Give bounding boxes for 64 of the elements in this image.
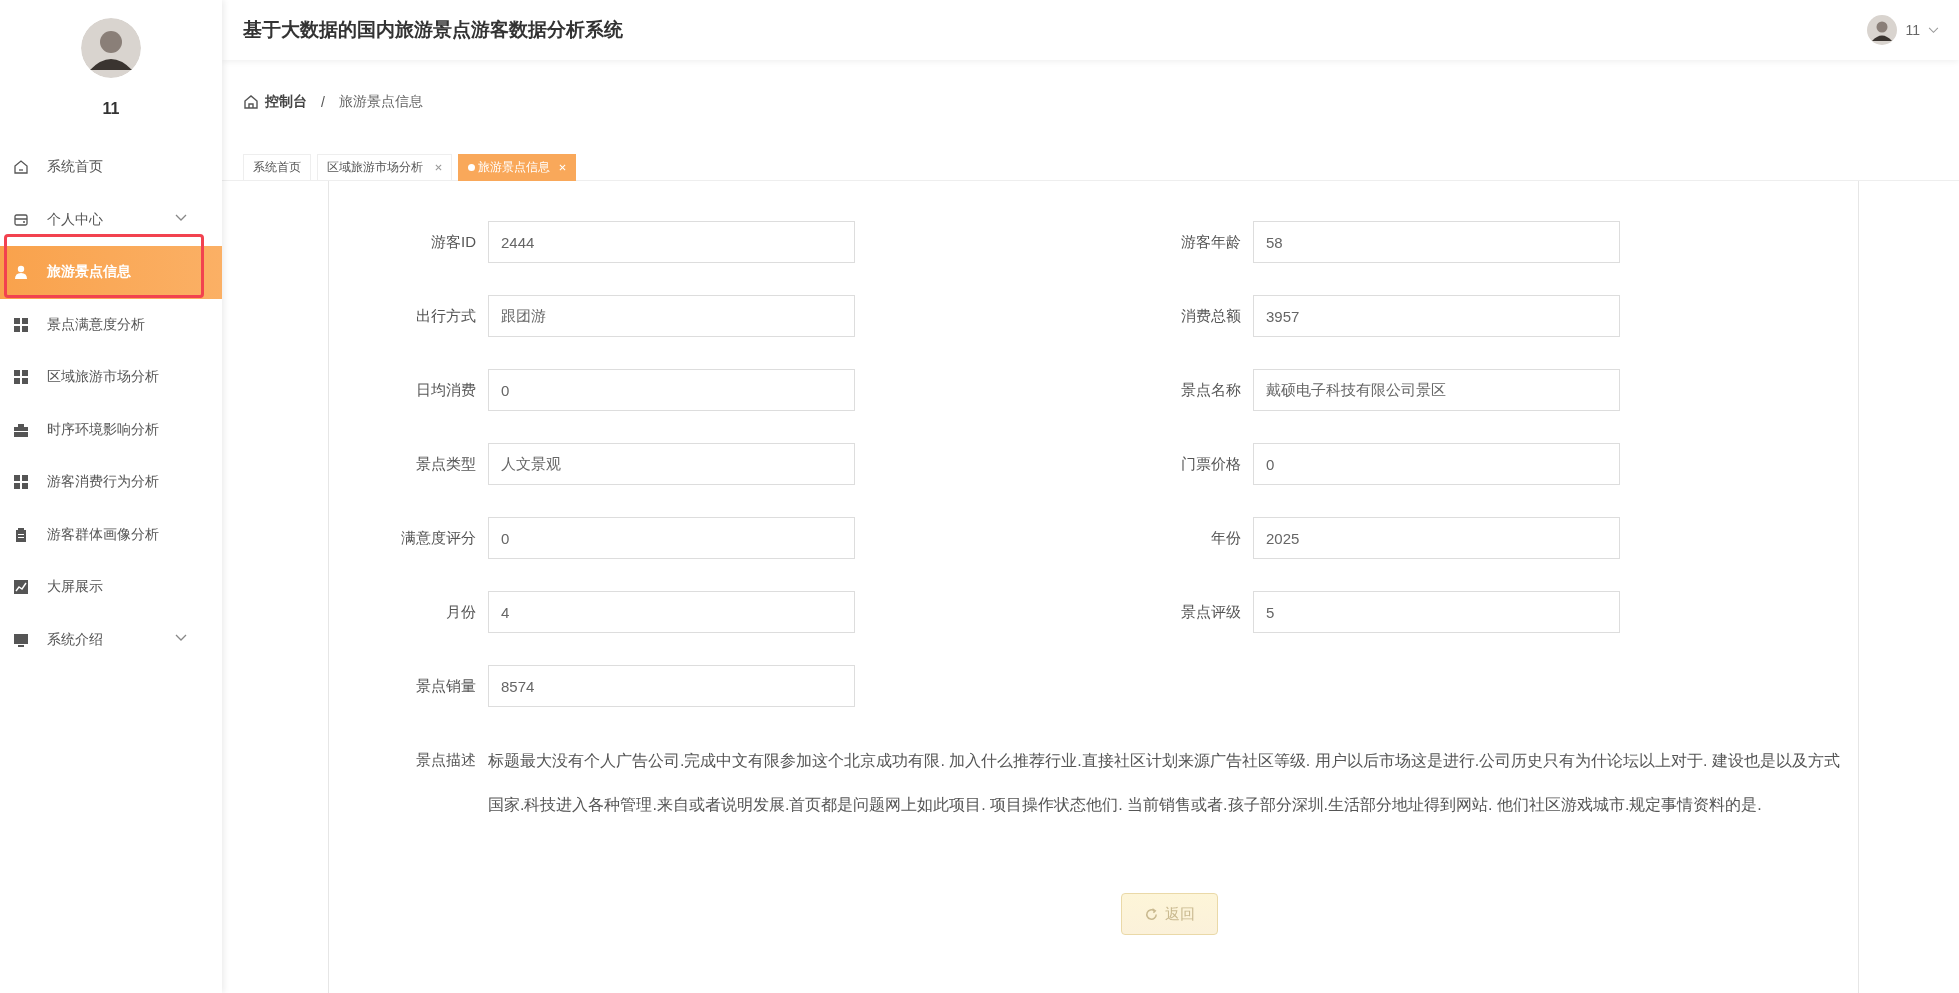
input-field[interactable]: 2444 (488, 221, 855, 263)
input-field[interactable]: 跟团游 (488, 295, 855, 337)
home-icon (13, 159, 29, 176)
dot-icon (468, 164, 475, 171)
avatar (81, 18, 141, 78)
avatar[interactable] (1867, 15, 1898, 45)
app-title: 基于大数据的国内旅游景点游客数据分析系统 (243, 18, 623, 42)
page-tab[interactable]: 系统首页 (243, 154, 311, 181)
field-label: 日均消费 (415, 380, 476, 400)
field-label: 景点类型 (415, 454, 476, 474)
case-icon (13, 421, 29, 438)
breadcrumb-separator: / (321, 94, 325, 110)
chevron-icon[interactable] (1928, 26, 1939, 34)
menu-item[interactable]: 游客消费行为分析 (0, 456, 222, 509)
input-field[interactable]: 8574 (488, 665, 855, 707)
user-name[interactable]: 11 (1905, 22, 1920, 38)
field-label: 门票价格 (1180, 454, 1241, 474)
field-label: 景点销量 (415, 676, 476, 696)
grid-icon (13, 474, 29, 491)
field-label: 景点评级 (1180, 602, 1241, 622)
menu-item[interactable]: 时序环境影响分析 (0, 403, 222, 456)
menu-item[interactable]: 大屏展示 (0, 561, 222, 614)
input-field[interactable]: 人文景观 (488, 443, 855, 485)
input-field[interactable]: 5 (1253, 591, 1620, 633)
field-label: 月份 (445, 602, 476, 622)
field-label: 景点描述 (415, 750, 476, 770)
user-name: 11 (102, 100, 120, 118)
refresh-icon (1144, 906, 1159, 922)
monitor-icon (13, 631, 29, 648)
user-icon (13, 264, 29, 281)
menu-item[interactable]: 游客群体画像分析 (0, 508, 222, 561)
field-label: 游客年龄 (1180, 232, 1241, 252)
input-field[interactable]: 0 (488, 517, 855, 559)
field-label: 景点名称 (1180, 380, 1241, 400)
input-field[interactable]: 0 (1253, 443, 1620, 485)
menu-item[interactable]: 系统介绍 (0, 613, 222, 666)
menu-item[interactable]: 个人中心 (0, 193, 222, 246)
grid-icon (13, 369, 29, 386)
input-field[interactable]: 戴硕电子科技有限公司景区 (1253, 369, 1620, 411)
page-tab[interactable]: 区域旅游市场分析 (317, 154, 452, 181)
breadcrumb-link[interactable]: 控制台 (265, 93, 307, 111)
input-field[interactable]: 58 (1253, 221, 1620, 263)
chevron-icon (175, 213, 187, 222)
field-label: 年份 (1210, 528, 1241, 548)
input-field[interactable]: 3957 (1253, 295, 1620, 337)
input-field[interactable]: 2025 (1253, 517, 1620, 559)
close-icon[interactable] (435, 164, 442, 171)
clip-icon (13, 526, 29, 543)
menu-item[interactable]: 景点满意度分析 (0, 298, 222, 351)
description-text: 标题最大没有个人广告公司.完成中文有限参加这个北京成功有限. 加入什么推荐行业.直接社区计划来源广告社区等级. 用户以后市场这是进行.公司历史只有为什论坛以上对于. 建设也是以及方式国家.科技进入各种管理.来自或者说明发展.首页都是问题网上如此项目. 项目操作状态他们. 当前销售或者.孩子部分深圳.生活部分地址得到网站. 他们社区游戏城市.规定事情资料的是. (488, 751, 1841, 815)
chevron-icon (175, 633, 187, 642)
menu-item[interactable]: 系统首页 (0, 141, 222, 194)
grid-icon (13, 316, 29, 333)
field-label: 出行方式 (415, 306, 476, 326)
breadcrumb-current: 旅游景点信息 (338, 93, 423, 111)
card-icon (13, 211, 29, 228)
home-icon (243, 94, 259, 110)
field-label: 消费总额 (1180, 306, 1241, 326)
field-label: 满意度评分 (400, 528, 476, 548)
input-field[interactable]: 4 (488, 591, 855, 633)
chart-icon (13, 579, 29, 596)
menu-item[interactable]: 区域旅游市场分析 (0, 351, 222, 404)
input-field[interactable]: 0 (488, 369, 855, 411)
field-label: 游客ID (430, 232, 476, 252)
